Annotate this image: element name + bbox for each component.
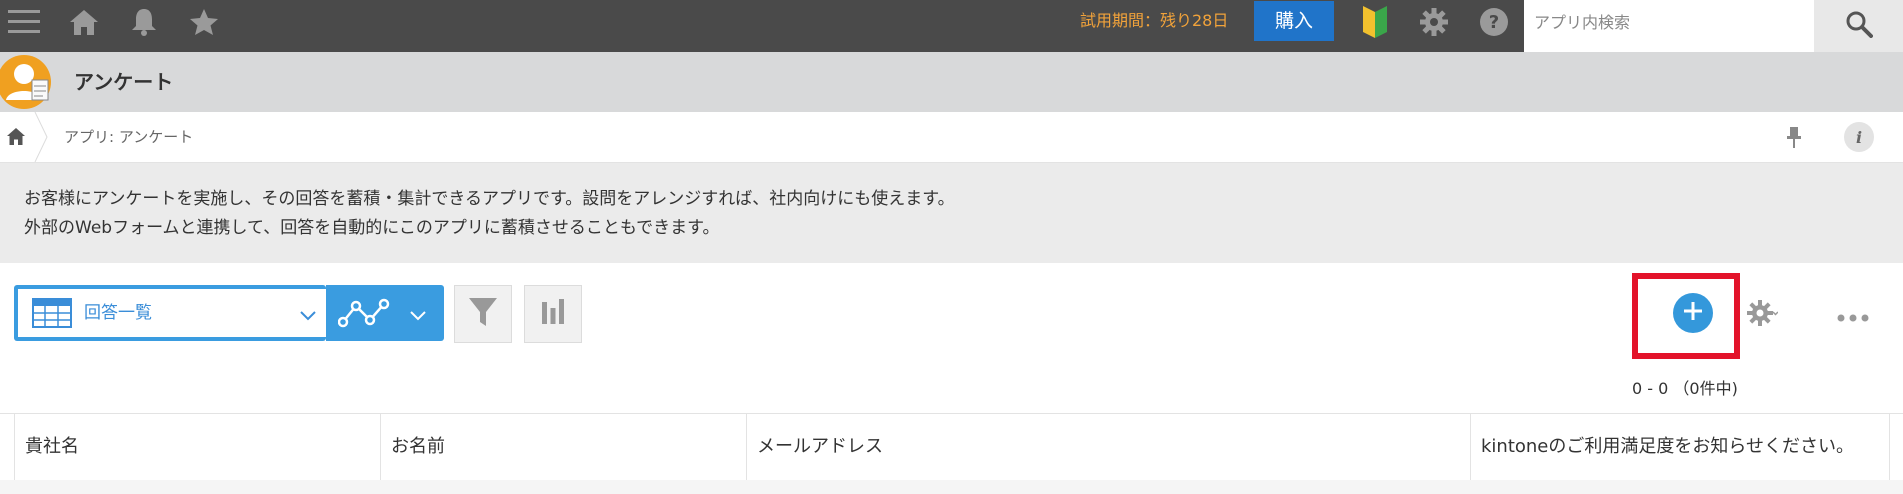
record-count: 0 - 0 （0件中) xyxy=(1632,379,1738,398)
view-selector-inner: 回答一覧 xyxy=(18,289,326,337)
column-header-company[interactable]: 貴社名 xyxy=(14,414,380,480)
record-table-header: 貴社名 お名前 メールアドレス kintoneのご利用満足度をお知らせください。 xyxy=(0,413,1903,481)
home-icon[interactable] xyxy=(66,0,102,44)
help-icon[interactable]: ? xyxy=(1476,0,1512,44)
breadcrumb: アプリ: アンケート i xyxy=(0,112,1903,163)
global-header: 試用期間：残り28日 購入 ? xyxy=(0,0,1903,52)
graph-selector[interactable] xyxy=(326,285,444,341)
breadcrumb-app-link[interactable]: アプリ: アンケート xyxy=(64,112,193,162)
menu-icon[interactable] xyxy=(6,0,42,44)
gear-icon[interactable] xyxy=(1416,0,1452,44)
buy-button[interactable]: 購入 xyxy=(1254,1,1334,41)
app-header: アンケート xyxy=(0,52,1903,112)
pin-icon[interactable] xyxy=(1784,125,1804,153)
description-line-1: お客様にアンケートを実施し、その回答を蓄積・集計できるアプリです。設問をアレンジ… xyxy=(24,189,955,209)
table-view-icon xyxy=(32,298,72,332)
app-title: アンケート xyxy=(74,70,174,94)
plus-icon xyxy=(1682,300,1704,326)
search-icon xyxy=(1845,10,1873,42)
add-record-button[interactable] xyxy=(1673,293,1713,333)
filter-button[interactable] xyxy=(454,285,512,343)
graph-button[interactable] xyxy=(524,285,582,343)
bell-icon[interactable] xyxy=(126,0,162,44)
svg-text:?: ? xyxy=(1489,12,1499,33)
breadcrumb-home-icon[interactable] xyxy=(6,127,26,151)
app-description: お客様にアンケートを実施し、その回答を蓄積・集計できるアプリです。設問をアレンジ… xyxy=(0,163,1903,263)
more-options-icon[interactable] xyxy=(1836,308,1870,327)
filter-icon xyxy=(468,296,498,332)
settings-gear-icon[interactable] xyxy=(1746,298,1779,332)
record-list-toolbar: 回答一覧 0 - 0 （0件中) xyxy=(0,263,1903,413)
view-selector[interactable]: 回答一覧 xyxy=(14,285,326,341)
chevron-down-icon xyxy=(410,307,426,326)
column-header-satisfaction[interactable]: kintoneのご利用満足度をお知らせください。 xyxy=(1470,414,1890,480)
svg-text:i: i xyxy=(1856,128,1862,147)
bar-chart-icon xyxy=(540,298,566,330)
app-icon xyxy=(0,52,54,112)
beginner-mark-icon[interactable] xyxy=(1358,0,1392,44)
column-header-name[interactable]: お名前 xyxy=(380,414,746,480)
search-button[interactable] xyxy=(1814,0,1903,52)
breadcrumb-separator xyxy=(34,112,48,162)
view-label: 回答一覧 xyxy=(84,303,152,323)
description-line-2: 外部のWebフォームと連携して、回答を自動的にこのアプリに蓄積させることもできま… xyxy=(24,218,720,238)
column-header-email[interactable]: メールアドレス xyxy=(746,414,1470,480)
search-input[interactable] xyxy=(1524,0,1814,44)
app-info-icon[interactable]: i xyxy=(1844,122,1874,152)
app-search xyxy=(1524,0,1903,52)
star-icon[interactable] xyxy=(186,0,222,44)
table-body-area xyxy=(0,480,1903,494)
graph-icon xyxy=(337,298,390,334)
chevron-down-icon xyxy=(300,307,316,326)
trial-period-text: 試用期間：残り28日 xyxy=(1080,11,1229,30)
